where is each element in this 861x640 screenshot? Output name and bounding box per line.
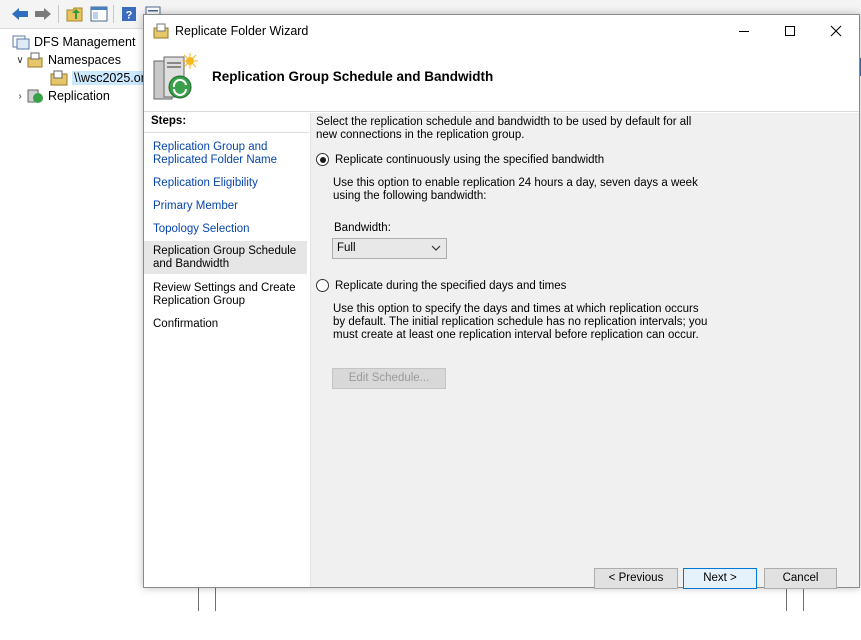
svg-text:?: ? [126, 10, 133, 22]
namespace-folder-icon [50, 70, 68, 86]
toolbar-separator [58, 5, 59, 23]
up-folder-icon[interactable] [65, 4, 85, 24]
tree-label: Replication [48, 89, 110, 103]
scheduled-description: Use this option to specify the days and … [333, 303, 708, 341]
maximize-icon [785, 26, 795, 36]
step-primary-member[interactable]: Primary Member [153, 200, 308, 213]
minimize-button[interactable] [721, 15, 767, 47]
tree-item-dfs-management[interactable]: DFS Management [12, 33, 135, 51]
back-arrow-icon[interactable] [10, 4, 30, 24]
tree-item-namespace[interactable]: \\wsc2025.org [50, 69, 154, 87]
next-button[interactable]: Next > [683, 568, 757, 589]
page-title: Replication Group Schedule and Bandwidth [212, 69, 494, 84]
edit-schedule-button: Edit Schedule... [332, 368, 446, 389]
show-hide-tree-icon[interactable] [89, 4, 109, 24]
radio-replicate-continuously[interactable] [316, 153, 329, 166]
close-button[interactable] [813, 15, 859, 47]
wizard-header: Replication Group Schedule and Bandwidth [144, 47, 859, 112]
bandwidth-label: Bandwidth: [334, 222, 391, 234]
radio-replicate-scheduled[interactable] [316, 279, 329, 292]
forward-arrow-icon[interactable] [33, 4, 53, 24]
maximize-button[interactable] [767, 15, 813, 47]
cancel-button[interactable]: Cancel [764, 568, 837, 589]
chevron-right-icon[interactable]: › [14, 91, 26, 102]
namespaces-icon [27, 52, 43, 68]
continuous-description: Use this option to enable replication 24… [333, 177, 698, 202]
title-bar[interactable]: Replicate Folder Wizard [144, 15, 859, 47]
replication-wizard-icon [153, 53, 198, 100]
wizard-content: Select the replication schedule and band… [311, 113, 859, 589]
window-frame-fragment [198, 588, 216, 611]
dfs-management-icon [12, 35, 30, 50]
steps-heading: Steps: [151, 115, 187, 127]
step-review-settings: Review Settings and Create Replication G… [153, 282, 296, 307]
bandwidth-select[interactable]: Full [332, 238, 447, 259]
tree-label: DFS Management [34, 35, 136, 49]
tree-label: Namespaces [48, 53, 121, 67]
tree-item-namespaces[interactable]: ∨ Namespaces [14, 51, 121, 69]
minimize-icon [739, 31, 749, 32]
tree-item-replication[interactable]: › Replication [14, 87, 110, 105]
close-icon [830, 25, 842, 37]
step-schedule-bandwidth: Replication Group Schedule and Bandwidth [144, 241, 307, 274]
toolbar-separator [113, 5, 114, 23]
step-replication-eligibility[interactable]: Replication Eligibility [153, 177, 308, 190]
step-confirmation: Confirmation [153, 318, 219, 330]
wizard-app-icon [153, 23, 169, 39]
steps-divider [144, 132, 309, 133]
chevron-down-icon [431, 245, 441, 251]
help-icon[interactable]: ? [119, 4, 139, 24]
previous-button[interactable]: < Previous [594, 568, 678, 589]
chevron-down-icon[interactable]: ∨ [14, 55, 26, 66]
intro-text: Select the replication schedule and band… [316, 116, 692, 141]
replication-icon [27, 89, 43, 103]
steps-panel: Steps: Replication Group and Replicated … [144, 113, 310, 587]
step-replication-group-name[interactable]: Replication Group and Replicated Folder … [153, 141, 308, 167]
window-frame-fragment [786, 588, 804, 611]
tree-label: \\wsc2025.org [72, 71, 154, 85]
step-topology-selection[interactable]: Topology Selection [153, 223, 308, 236]
radio-label-scheduled[interactable]: Replicate during the specified days and … [335, 280, 566, 293]
radio-label-continuous[interactable]: Replicate continuously using the specifi… [335, 154, 604, 167]
replicate-folder-wizard: Replicate Folder Wizard Replication Grou… [143, 14, 860, 589]
window-title: Replicate Folder Wizard [175, 24, 309, 38]
bandwidth-value: Full [337, 242, 356, 254]
